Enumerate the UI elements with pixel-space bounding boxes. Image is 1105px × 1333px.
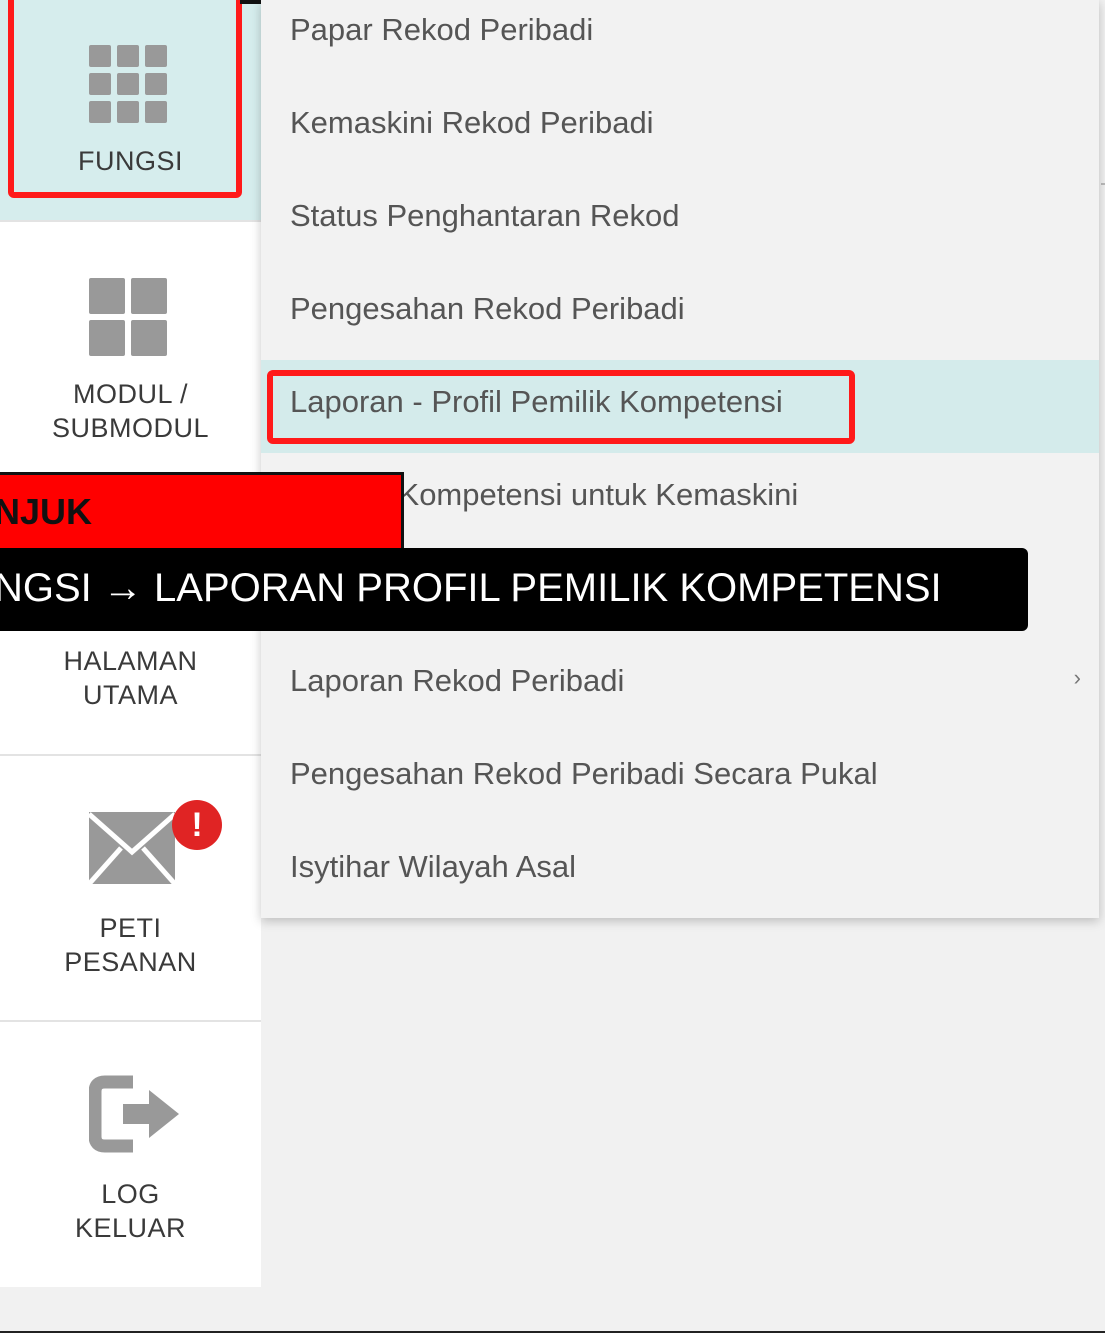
menu-item-label: Papar Rekod Peribadi — [290, 12, 594, 47]
mail-icon — [89, 812, 175, 884]
sidebar-item-log-keluar[interactable]: LOG KELUAR — [0, 1022, 261, 1287]
sidebar-item-label: SUBMODUL — [51, 413, 210, 443]
menu-item-label: Pengesahan Rekod Peribadi Secara Pukal — [290, 756, 878, 791]
sidebar-item-label: HALAMAN — [63, 646, 198, 676]
instruction-path: NGSI → LAPORAN PROFIL PEMILIK KOMPETENSI — [0, 548, 1028, 631]
notification-badge: ! — [172, 800, 222, 850]
instruction-heading: NJUK — [0, 472, 404, 552]
menu-item-label: Laporan Rekod Peribadi — [290, 663, 625, 698]
highlight-box-laporan — [267, 370, 855, 444]
sidebar-item-label: LOG — [101, 1179, 160, 1209]
sidebar-item-peti-pesanan[interactable]: ! PETI PESANAN — [0, 756, 261, 1020]
menu-item-laporan-rekod[interactable]: Laporan Rekod Peribadi › — [261, 639, 1099, 732]
fungsi-submenu: Papar Rekod Peribadi Kemaskini Rekod Per… — [261, 0, 1099, 918]
menu-item-label: Pengesahan Rekod Peribadi — [290, 291, 685, 326]
menu-item-kemaskini-rekod[interactable]: Kemaskini Rekod Peribadi — [261, 81, 1099, 174]
menu-item-isytihar-wilayah[interactable]: Isytihar Wilayah Asal — [261, 825, 1099, 918]
menu-item-label: Isytihar Wilayah Asal — [290, 849, 576, 884]
instruction-heading-text: NJUK — [0, 491, 93, 532]
menu-item-label: Kemaskini Rekod Peribadi — [290, 105, 654, 140]
sidebar-item-label: UTAMA — [83, 680, 178, 710]
modules-icon — [89, 278, 167, 356]
logout-icon — [89, 1075, 179, 1153]
chevron-right-icon: › — [1073, 665, 1081, 690]
sidebar-item-label: KELUAR — [74, 1213, 187, 1243]
sidebar-item-halaman-utama[interactable]: HALAMAN UTAMA — [0, 622, 261, 754]
menu-item-pengesahan-pukal[interactable]: Pengesahan Rekod Peribadi Secara Pukal — [261, 732, 1099, 825]
menu-item-pengesahan-rekod[interactable]: Pengesahan Rekod Peribadi — [261, 267, 1099, 360]
sidebar-item-label: PETI — [99, 913, 162, 943]
menu-item-label: Status Penghantaran Rekod — [290, 198, 680, 233]
highlight-box-fungsi — [8, 0, 242, 198]
menu-item-status-penghantaran[interactable]: Status Penghantaran Rekod — [261, 174, 1099, 267]
menu-item-papar-rekod[interactable]: Papar Rekod Peribadi — [261, 0, 1099, 81]
instruction-path-text: NGSI → LAPORAN PROFIL PEMILIK KOMPETENSI — [0, 566, 942, 610]
divider — [1101, 183, 1105, 185]
sidebar-item-label: PESANAN — [64, 947, 197, 977]
sidebar-item-label: MODUL / — [72, 379, 188, 409]
